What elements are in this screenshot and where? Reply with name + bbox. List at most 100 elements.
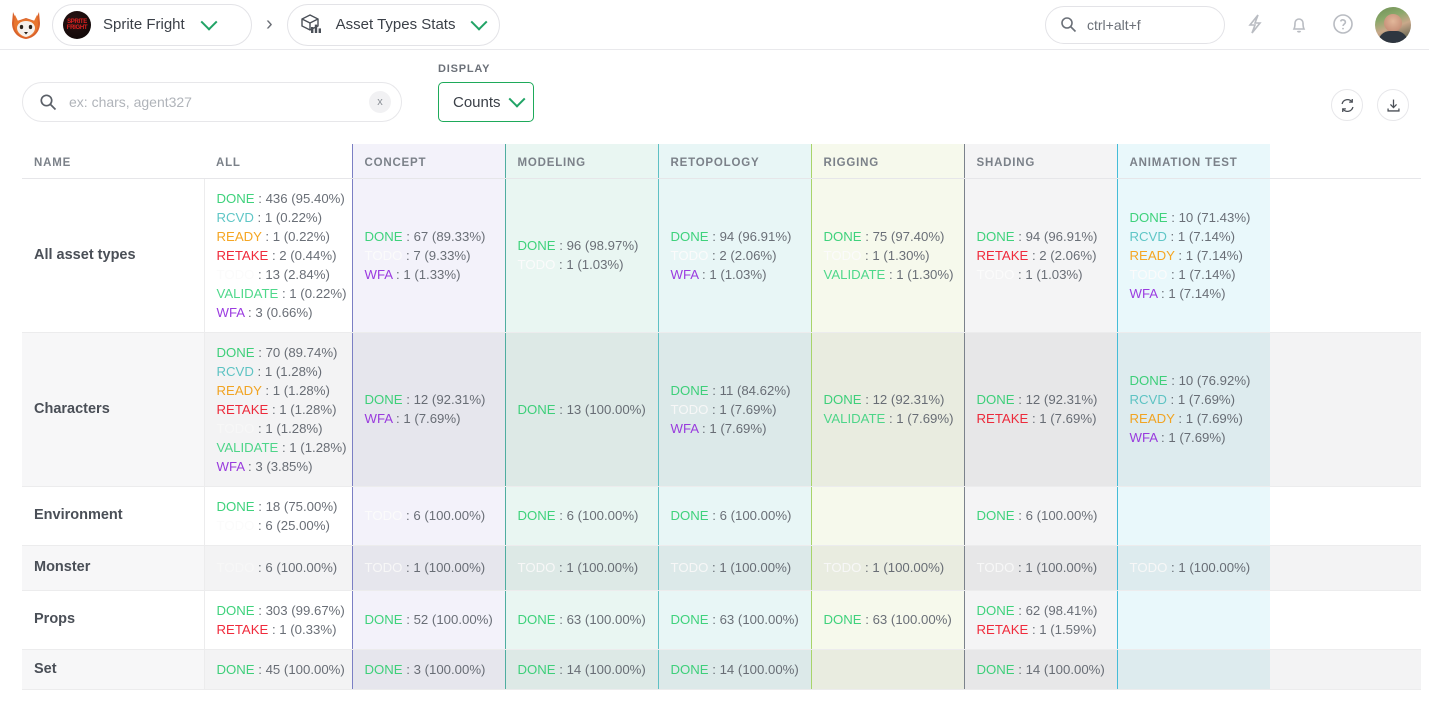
project-selector[interactable]: SPRITE FRIGHT Sprite Fright (52, 3, 252, 46)
table-row[interactable]: Monster TODO : 6 (100.00%) TODO : 1 (100.0… (22, 545, 1421, 591)
status-label: DONE (517, 661, 556, 677)
status-line: WFA : 3 (3.85%) (217, 457, 340, 476)
status-value: : 6 (25.00%) (254, 517, 330, 533)
table-row[interactable]: Characters DONE : 70 (89.74%) RCVD : 1 (1.… (22, 332, 1421, 487)
status-label: TODO (1129, 560, 1168, 575)
status-value: : 10 (71.43%) (1167, 209, 1251, 225)
status-value: : 1 (7.69%) (698, 420, 767, 436)
status-value: : 63 (100.00%) (708, 612, 799, 627)
status-value: : 1 (1.03%) (698, 266, 767, 282)
table-row[interactable]: All asset types DONE : 436 (95.40%) RCVD :… (22, 178, 1421, 333)
status-value: : 1 (100.00%) (555, 560, 639, 575)
status-line: WFA : 1 (1.33%) (365, 265, 493, 284)
status-line: WFA : 1 (7.14%) (1130, 284, 1259, 303)
status-line: RCVD : 1 (1.28%) (217, 362, 340, 381)
column-header-rigging[interactable]: RIGGING (810, 144, 964, 179)
status-value: : 12 (92.31%) (1014, 392, 1098, 407)
cell-modeling: DONE : 63 (100.00%) (504, 590, 658, 650)
status-label: VALIDATE (216, 285, 279, 301)
display-select[interactable]: Counts (438, 82, 534, 122)
flash-icon[interactable] (1243, 12, 1269, 38)
status-label: DONE (670, 661, 709, 677)
cell-concept: DONE : 52 (100.00%) (351, 590, 505, 650)
status-value: : 63 (100.00%) (555, 612, 646, 627)
column-header-all[interactable]: ALL (204, 144, 352, 179)
status-label: DONE (670, 508, 709, 523)
status-value: : 1 (7.69%) (1157, 430, 1226, 445)
cell-retopology: DONE : 11 (84.62%) TODO : 1 (7.69%) WFA : … (657, 332, 811, 487)
status-value: : 18 (75.00%) (254, 498, 338, 514)
column-header-animation_test[interactable]: ANIMATION TEST (1116, 144, 1270, 179)
column-header-name[interactable]: NAME (22, 144, 204, 179)
status-line: RCVD : 1 (7.69%) (1130, 390, 1259, 409)
clear-search-button[interactable]: x (369, 91, 391, 113)
status-line: TODO : 1 (100.00%) (518, 558, 646, 577)
status-value: : 13 (2.84%) (254, 266, 330, 282)
top-bar-actions: ctrl+alt+f (1045, 5, 1411, 44)
asset-search-field[interactable]: ex: chars, agent327 x (22, 82, 402, 122)
status-label: DONE (670, 612, 709, 627)
column-header-shading[interactable]: SHADING (963, 144, 1117, 179)
status-line: TODO : 6 (100.00%) (217, 558, 340, 577)
status-value: : 1 (1.28%) (254, 420, 323, 436)
cell-concept: DONE : 12 (92.31%) WFA : 1 (7.69%) (351, 332, 505, 487)
status-value: : 3 (100.00%) (402, 661, 486, 677)
table-row[interactable]: Environment DONE : 18 (75.00%) TODO : 6 (2… (22, 486, 1421, 546)
asset-cube-chart-icon (298, 12, 324, 38)
page-name: Asset Types Stats (335, 16, 456, 33)
table-row[interactable]: Props DONE : 303 (99.67%) RETAKE : 1 (0.33… (22, 590, 1421, 650)
status-label: DONE (216, 344, 255, 360)
status-label: DONE (517, 508, 556, 523)
status-line: DONE : 63 (100.00%) (824, 610, 952, 629)
cell-rigging: DONE : 63 (100.00%) (810, 590, 964, 650)
refresh-button[interactable] (1331, 89, 1363, 121)
help-icon[interactable] (1331, 12, 1357, 38)
status-label: TODO (670, 247, 709, 263)
status-value: : 6 (100.00%) (402, 508, 486, 523)
status-value: : 75 (97.40%) (861, 228, 945, 244)
status-line: DONE : 70 (89.74%) (217, 343, 340, 362)
column-header-concept[interactable]: CONCEPT (351, 144, 505, 179)
status-line: DONE : 14 (100.00%) (518, 660, 646, 679)
user-avatar[interactable] (1375, 6, 1411, 43)
status-value: : 1 (100.00%) (861, 560, 945, 575)
page-selector[interactable]: Asset Types Stats (286, 3, 501, 46)
cell-filler (1270, 545, 1421, 591)
status-value: : 1 (7.14%) (1166, 228, 1236, 244)
cell-filler (1270, 332, 1421, 487)
status-value: : 1 (100.00%) (708, 560, 792, 575)
cell-shading: DONE : 62 (98.41%) RETAKE : 1 (1.59%) (963, 590, 1117, 650)
status-label: DONE (670, 382, 709, 398)
status-label: WFA (670, 420, 699, 436)
status-label: TODO (364, 247, 403, 263)
status-value: : 2 (0.44%) (268, 247, 337, 263)
cell-all: DONE : 18 (75.00%) TODO : 6 (25.00%) (204, 486, 352, 546)
status-label: TODO (976, 266, 1015, 282)
download-icon (1386, 99, 1400, 112)
fox-logo[interactable] (6, 5, 46, 45)
table-row[interactable]: Set DONE : 45 (100.00%) DONE : 3 (100.00%)… (22, 649, 1421, 690)
column-header-modeling[interactable]: MODELING (504, 144, 658, 179)
status-label: TODO (823, 247, 862, 263)
status-label: RCVD (216, 209, 254, 225)
status-line: READY : 1 (0.22%) (217, 227, 340, 246)
bell-icon[interactable] (1287, 12, 1313, 38)
status-label: TODO (364, 508, 403, 523)
status-label: READY (216, 228, 262, 244)
status-label: WFA (364, 266, 393, 282)
status-label: DONE (670, 228, 709, 244)
column-header-filler[interactable] (1270, 144, 1421, 179)
status-line: TODO : 1 (1.30%) (824, 246, 952, 265)
status-value: : 2 (2.06%) (708, 247, 777, 263)
cell-rigging: DONE : 75 (97.40%) TODO : 1 (1.30%) VALIDA… (810, 178, 964, 333)
chevron-down-icon (200, 13, 218, 31)
chevron-down-icon (470, 13, 488, 31)
status-label: READY (1129, 247, 1175, 263)
status-line: TODO : 1 (100.00%) (1130, 558, 1259, 577)
column-header-retopology[interactable]: RETOPOLOGY (657, 144, 811, 179)
asset-types-stats-table: NAME ALL CONCEPT MODELING RETOPOLOGY RIGGING S… (22, 144, 1421, 690)
download-button[interactable] (1377, 89, 1409, 121)
global-search[interactable]: ctrl+alt+f (1045, 5, 1225, 44)
status-line: DONE : 14 (100.00%) (671, 660, 799, 679)
search-input[interactable]: ex: chars, agent327 (69, 94, 357, 110)
